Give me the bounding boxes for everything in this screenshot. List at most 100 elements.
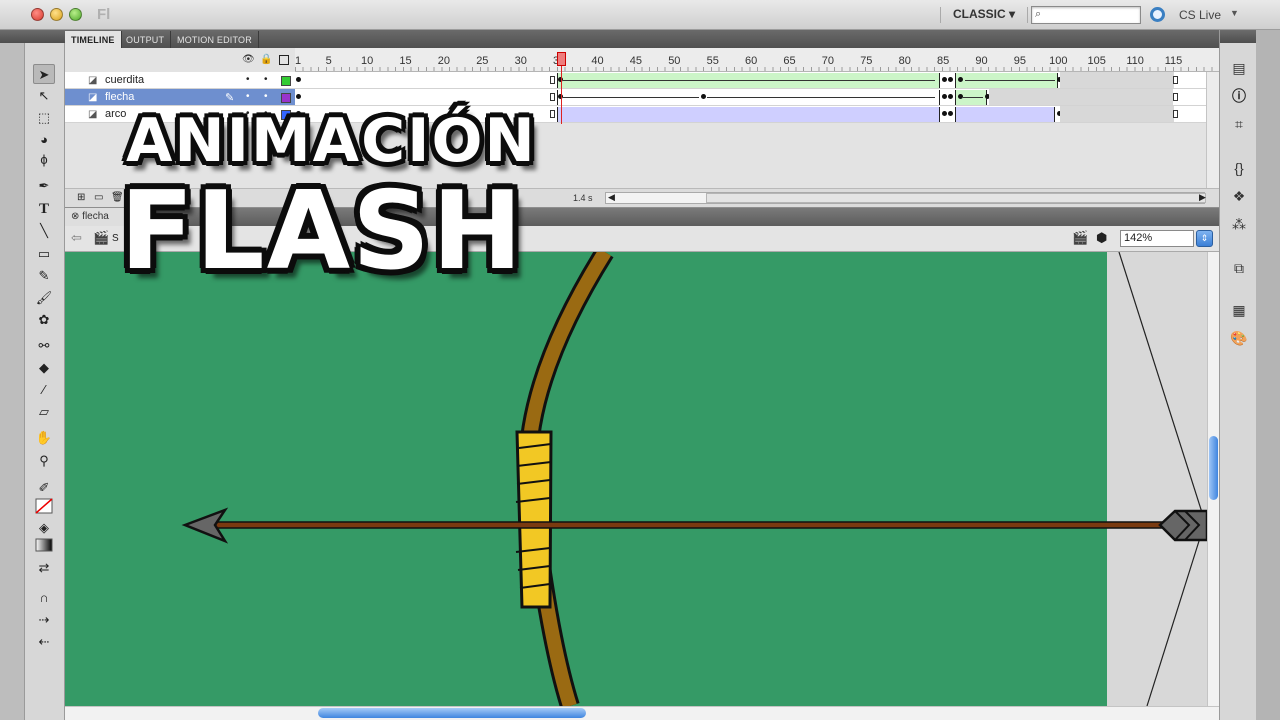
layer-color-swatch[interactable]	[281, 76, 291, 86]
transform-icon[interactable]: ⌗	[1229, 114, 1249, 134]
tween-span[interactable]	[955, 107, 1055, 122]
gradient-swatch-icon[interactable]	[33, 538, 55, 558]
help-search-input[interactable]: ⌕	[1031, 6, 1141, 24]
visibility-dot[interactable]: •	[246, 74, 250, 85]
keyframe[interactable]	[958, 77, 963, 82]
pen-tool-icon[interactable]: ✒	[33, 176, 55, 196]
snap-to-objects-icon[interactable]: ∩	[33, 588, 55, 608]
layer-color-swatch[interactable]	[281, 93, 291, 103]
eye-icon[interactable]: 👁	[242, 54, 255, 65]
line-tool-icon[interactable]: ╲	[33, 221, 55, 241]
pencil-tool-icon[interactable]: ✎	[33, 266, 55, 286]
stage-vertical-scrollbar[interactable]	[1207, 252, 1219, 706]
back-arrow-icon[interactable]: ⇦	[71, 230, 82, 246]
frame-ruler[interactable]: 1510152025303540455055606570758085909510…	[295, 48, 1219, 72]
actions-icon[interactable]: {}	[1229, 158, 1249, 178]
layer-row-flecha[interactable]: ◪ flecha ✎ • •	[65, 89, 295, 106]
scroll-left-icon[interactable]: ◀	[608, 192, 615, 203]
frames-cuerdita[interactable]	[295, 72, 1219, 89]
timeline-horizontal-scrollbar[interactable]: ◀	[605, 192, 1206, 204]
scroll-thumb[interactable]	[1209, 436, 1218, 500]
edit-symbols-icon[interactable]: ⬢	[1096, 230, 1107, 246]
scroll-right-icon[interactable]: ▶	[1199, 192, 1206, 203]
3d-rotation-tool-icon[interactable]: ◕	[33, 130, 55, 150]
fill-color-swatch[interactable]	[33, 498, 55, 518]
outline-icon[interactable]	[279, 55, 289, 65]
arrow-shaft[interactable]	[209, 521, 1207, 529]
close-icon[interactable]: ⊗	[71, 211, 79, 222]
playhead[interactable]	[557, 52, 566, 66]
deco-tool-icon[interactable]: ✿	[33, 310, 55, 330]
keyframe[interactable]	[296, 94, 301, 99]
scroll-thumb[interactable]	[706, 193, 1206, 203]
panel-grip[interactable]	[0, 30, 25, 43]
swatches-icon[interactable]: ▦	[1229, 300, 1249, 320]
new-layer-icon[interactable]: ⊞	[77, 192, 85, 203]
lock-icon[interactable]: 🔒	[260, 54, 272, 65]
keyframe[interactable]	[701, 94, 706, 99]
bow-grip[interactable]	[515, 430, 553, 609]
new-folder-icon[interactable]: ▭	[94, 192, 103, 203]
text-tool-icon[interactable]: T	[33, 199, 55, 219]
edit-scene-icon[interactable]: 🎬	[1072, 230, 1088, 246]
hand-tool-icon[interactable]: ✋	[33, 428, 55, 448]
chevron-down-icon[interactable]: ▼	[1230, 8, 1239, 18]
info-icon[interactable]: ⓘ	[1229, 86, 1249, 106]
stroke-color-icon[interactable]: ✐	[33, 478, 55, 498]
end-frame[interactable]	[1173, 93, 1178, 101]
subselection-tool-icon[interactable]: ↖	[33, 86, 55, 106]
zoom-input[interactable]: 142%	[1120, 230, 1194, 247]
tab-timeline[interactable]: TIMELINE	[65, 31, 122, 48]
zoom-dropdown-button[interactable]: ⇕	[1196, 230, 1213, 247]
cs-live-icon[interactable]	[1150, 7, 1165, 22]
layer-row-cuerdita[interactable]: ◪ cuerdita • •	[65, 72, 295, 89]
tab-output[interactable]: OUTPUT	[120, 31, 172, 48]
keyframe[interactable]	[942, 111, 947, 116]
scene-icon[interactable]: 🎬	[93, 230, 109, 246]
swap-colors-icon[interactable]: ⇄	[33, 558, 55, 578]
library-icon[interactable]: ⧉	[1229, 258, 1249, 278]
minimize-window-button[interactable]	[50, 8, 63, 21]
keyframe[interactable]	[296, 77, 301, 82]
cs-live-label[interactable]: CS Live	[1179, 8, 1221, 22]
keyframe[interactable]	[550, 93, 555, 101]
end-frame[interactable]	[1173, 76, 1178, 84]
brush-tool-icon[interactable]: 🖌	[33, 288, 55, 308]
tools-panel-grip[interactable]	[25, 30, 65, 43]
keyframe[interactable]	[942, 94, 947, 99]
end-frame[interactable]	[1173, 110, 1178, 118]
timeline-vertical-scrollbar[interactable]	[1206, 72, 1219, 188]
keyframe[interactable]	[948, 77, 953, 82]
lock-dot[interactable]: •	[264, 74, 268, 85]
eyedropper-tool-icon[interactable]: ⁄	[33, 380, 55, 400]
tab-motion-editor[interactable]: MOTION EDITOR	[171, 31, 259, 48]
selection-tool-icon[interactable]: ➤	[33, 64, 55, 84]
panel-grip[interactable]	[1220, 30, 1257, 43]
zoom-window-button[interactable]	[69, 8, 82, 21]
stage-artwork[interactable]	[65, 252, 1207, 706]
lock-dot[interactable]: •	[264, 91, 268, 102]
frames-flecha[interactable]	[295, 89, 1219, 106]
lasso-tool-icon[interactable]: ϕ	[33, 150, 55, 170]
free-transform-tool-icon[interactable]: ⬚	[33, 108, 55, 128]
stage-horizontal-scrollbar[interactable]	[65, 706, 1219, 720]
keyframe[interactable]	[948, 94, 953, 99]
visibility-dot[interactable]: •	[246, 91, 250, 102]
color-icon[interactable]: 🎨	[1229, 328, 1249, 348]
arrow-fletching[interactable]	[1158, 509, 1207, 542]
paint-bucket-tool-icon[interactable]: ◆	[33, 358, 55, 378]
bone-tool-icon[interactable]: ⚯	[33, 336, 55, 356]
rectangle-tool-icon[interactable]: ▭	[33, 244, 55, 264]
smooth-icon[interactable]: ⇢	[33, 610, 55, 630]
bow-string[interactable]	[1118, 252, 1206, 523]
close-window-button[interactable]	[31, 8, 44, 21]
keyframe[interactable]	[550, 76, 555, 84]
fill-bucket-icon[interactable]: ◈	[33, 518, 55, 538]
straighten-icon[interactable]: ⇠	[33, 632, 55, 652]
tween-span[interactable]	[557, 107, 940, 122]
eraser-tool-icon[interactable]: ▱	[33, 402, 55, 422]
keyframe[interactable]	[942, 77, 947, 82]
scroll-thumb[interactable]	[318, 708, 586, 718]
workspace-switcher[interactable]: CLASSIC ▾	[940, 7, 1029, 23]
zoom-tool-icon[interactable]: ⚲	[33, 451, 55, 471]
